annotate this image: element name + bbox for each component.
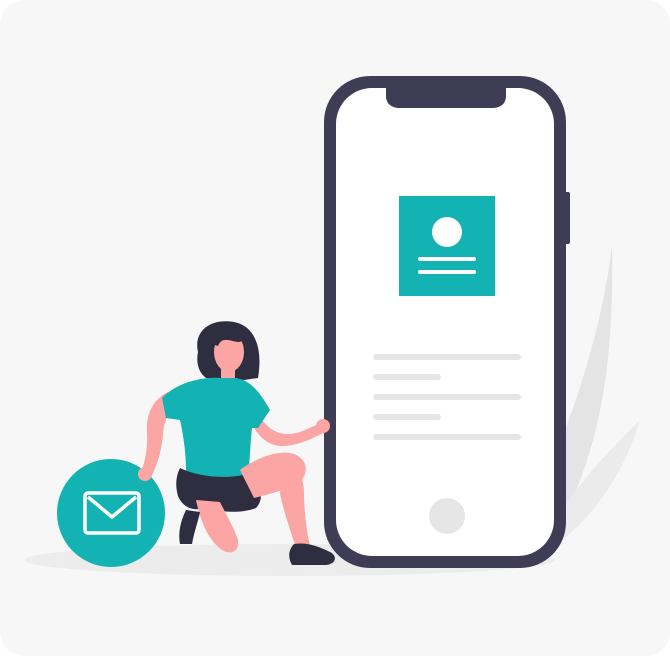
left-hand: [138, 467, 152, 481]
text-line-4: [373, 414, 441, 420]
phone-screen: [336, 88, 554, 556]
front-shin: [280, 462, 310, 548]
profile-avatar-icon: [432, 217, 462, 247]
text-line-2: [373, 374, 441, 380]
back-shoe: [179, 510, 200, 544]
illustration-canvas: [25, 76, 640, 576]
home-button-icon[interactable]: [429, 498, 465, 534]
woman-figure: [138, 321, 335, 565]
smartphone: [324, 76, 570, 568]
text-line-5: [373, 434, 521, 440]
text-line-1: [373, 354, 521, 360]
right-hand: [316, 419, 330, 433]
illustration-stage: [0, 0, 670, 656]
profile-line-2: [418, 270, 476, 274]
phone-notch: [386, 88, 506, 108]
text-line-3: [373, 394, 521, 400]
profile-line-1: [418, 257, 476, 261]
